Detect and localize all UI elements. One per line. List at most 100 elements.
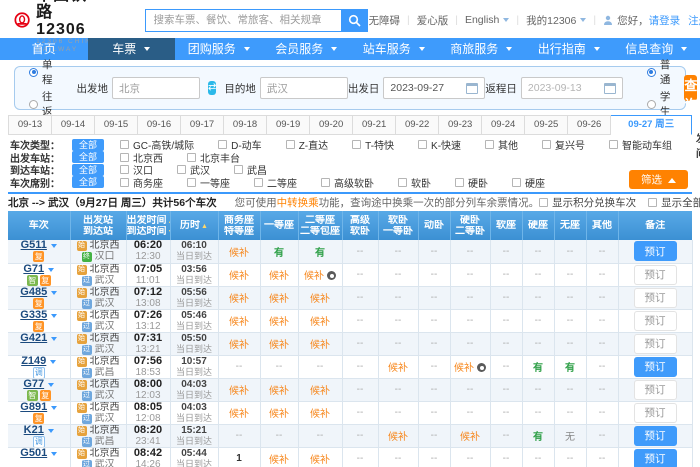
filter-option-二等座[interactable]: 二等座: [254, 175, 297, 190]
book-button[interactable]: 预订: [634, 403, 677, 423]
col-header-出发时间[interactable]: 出发时间▲到达时间▼: [126, 211, 170, 240]
filter-option-Z-直达[interactable]: Z-直达: [286, 137, 328, 152]
train-number-link[interactable]: G485: [20, 287, 47, 298]
filter-option-硬卧[interactable]: 硬卧: [455, 175, 488, 190]
nav-item-会员服务[interactable]: 会员服务: [263, 38, 351, 60]
search-button[interactable]: [341, 9, 368, 32]
col-header-备注[interactable]: 备注: [618, 211, 692, 240]
col-header-无座[interactable]: 无座: [554, 211, 586, 240]
expand-train-icon[interactable]: [51, 406, 57, 410]
top-link-我的12306[interactable]: 我的12306: [526, 13, 586, 28]
expand-train-icon[interactable]: [48, 429, 54, 433]
train-number-link[interactable]: Z149: [21, 356, 46, 367]
col-header-车次[interactable]: 车次: [8, 211, 70, 240]
filter-all-badge[interactable]: 全部: [72, 151, 104, 163]
filter-all-badge[interactable]: 全部: [72, 139, 104, 151]
nav-item-商旅服务[interactable]: 商旅服务: [438, 38, 526, 60]
date-tab[interactable]: 09-17: [181, 115, 224, 135]
filter-option-智能动车组[interactable]: 智能动车组: [609, 137, 672, 152]
login-link[interactable]: 请登录: [649, 13, 681, 28]
transfer-link[interactable]: 中转换乘: [277, 197, 319, 209]
register-link[interactable]: 注册: [688, 13, 700, 28]
top-link-爱心版[interactable]: 爱心版: [417, 13, 449, 28]
nav-item-出行指南[interactable]: 出行指南: [525, 38, 613, 60]
train-number-link[interactable]: K21: [24, 425, 44, 436]
book-button[interactable]: 预订: [634, 380, 677, 400]
return-date-input[interactable]: 2023-09-13: [521, 77, 623, 99]
filter-option-软卧[interactable]: 软卧: [398, 175, 431, 190]
nav-item-站车服务[interactable]: 站车服务: [350, 38, 438, 60]
date-tab[interactable]: 09-22: [396, 115, 439, 135]
filter-option-K-快速[interactable]: K-快速: [418, 137, 461, 152]
show-bookable-trains-checkbox[interactable]: 显示全部可预订车次: [648, 195, 700, 210]
show-points-trains-checkbox[interactable]: 显示积分兑换车次: [539, 195, 636, 210]
filter-option-硬座[interactable]: 硬座: [512, 175, 545, 190]
filter-option-商务座[interactable]: 商务座: [120, 175, 163, 190]
from-input[interactable]: 北京: [112, 77, 200, 99]
train-number-link[interactable]: G335: [20, 310, 47, 321]
expand-train-icon[interactable]: [51, 291, 57, 295]
filter-all-badge[interactable]: 全部: [72, 164, 104, 176]
filter-option-复兴号[interactable]: 复兴号: [542, 137, 585, 152]
expand-train-icon[interactable]: [48, 268, 54, 272]
filter-option-一等座[interactable]: 一等座: [187, 175, 230, 190]
train-number-link[interactable]: G77: [23, 379, 44, 390]
book-button[interactable]: 预订: [634, 357, 677, 377]
book-button[interactable]: 预订: [634, 311, 677, 331]
col-header-其他[interactable]: 其他: [586, 211, 618, 240]
expand-train-icon[interactable]: [48, 383, 54, 387]
col-header-二等座[interactable]: 二等座二等包座: [298, 211, 342, 240]
col-header-动卧[interactable]: 动卧: [418, 211, 450, 240]
date-tab[interactable]: 09-24: [482, 115, 525, 135]
col-header-一等座[interactable]: 一等座: [260, 211, 298, 240]
expand-train-icon[interactable]: [51, 314, 57, 318]
nav-item-车票[interactable]: 车票: [88, 38, 176, 60]
date-tab[interactable]: 09-25: [525, 115, 568, 135]
col-header-硬卧[interactable]: 硬卧二等卧: [450, 211, 490, 240]
passenger-normal-radio[interactable]: 普通: [647, 57, 671, 87]
filter-option-高级软卧[interactable]: 高级软卧: [321, 175, 374, 190]
sort-desc-icon[interactable]: ▼: [168, 229, 170, 236]
book-button[interactable]: 预订: [634, 265, 677, 285]
date-tab[interactable]: 09-20: [310, 115, 353, 135]
date-tab[interactable]: 09-26: [568, 115, 611, 135]
train-number-link[interactable]: G421: [20, 333, 47, 344]
sort-asc-icon[interactable]: ▲: [168, 218, 170, 225]
train-number-link[interactable]: G71: [23, 264, 44, 275]
book-button[interactable]: 预订: [634, 449, 677, 467]
date-tab[interactable]: 09-18: [224, 115, 267, 135]
train-number-link[interactable]: G511: [21, 240, 47, 251]
to-input[interactable]: 武汉: [260, 77, 348, 99]
expand-train-icon[interactable]: [51, 452, 57, 456]
date-tab-selected[interactable]: 09-27 周三: [611, 115, 692, 135]
date-tab[interactable]: 09-21: [353, 115, 396, 135]
col-header-硬座[interactable]: 硬座: [522, 211, 554, 240]
expand-train-icon[interactable]: [51, 337, 57, 341]
date-tab[interactable]: 09-13: [8, 115, 52, 135]
book-button[interactable]: 预订: [634, 241, 677, 261]
filter-option-其他[interactable]: 其他: [485, 137, 518, 152]
date-tab[interactable]: 09-15: [95, 115, 138, 135]
book-button[interactable]: 预订: [634, 334, 677, 354]
col-header-出发站[interactable]: 出发站到达站: [70, 211, 126, 240]
date-tab[interactable]: 09-14: [52, 115, 95, 135]
train-number-link[interactable]: G891: [20, 402, 47, 413]
expand-train-icon[interactable]: [50, 360, 56, 364]
col-header-软座[interactable]: 软座: [490, 211, 522, 240]
date-tab[interactable]: 09-16: [138, 115, 181, 135]
col-header-历时[interactable]: 历时▲: [170, 211, 218, 240]
book-button[interactable]: 预订: [634, 288, 677, 308]
query-button[interactable]: 查询: [684, 75, 697, 101]
date-tab[interactable]: 09-23: [439, 115, 482, 135]
trip-oneway-radio[interactable]: 单程: [29, 57, 53, 87]
col-header-高级[interactable]: 高级软卧: [342, 211, 378, 240]
filter-all-badge[interactable]: 全部: [72, 176, 104, 188]
nav-item-团购服务[interactable]: 团购服务: [175, 38, 263, 60]
depart-date-input[interactable]: 2023-09-27: [383, 77, 485, 99]
filter-option-T-特快[interactable]: T-特快: [352, 137, 394, 152]
col-header-商务座[interactable]: 商务座特等座: [218, 211, 260, 240]
top-link-English[interactable]: English: [465, 14, 509, 26]
filter-toggle-button[interactable]: 筛选: [629, 170, 688, 189]
top-link-无障碍[interactable]: 无障碍: [368, 13, 400, 28]
col-header-软卧[interactable]: 软卧一等卧: [378, 211, 418, 240]
